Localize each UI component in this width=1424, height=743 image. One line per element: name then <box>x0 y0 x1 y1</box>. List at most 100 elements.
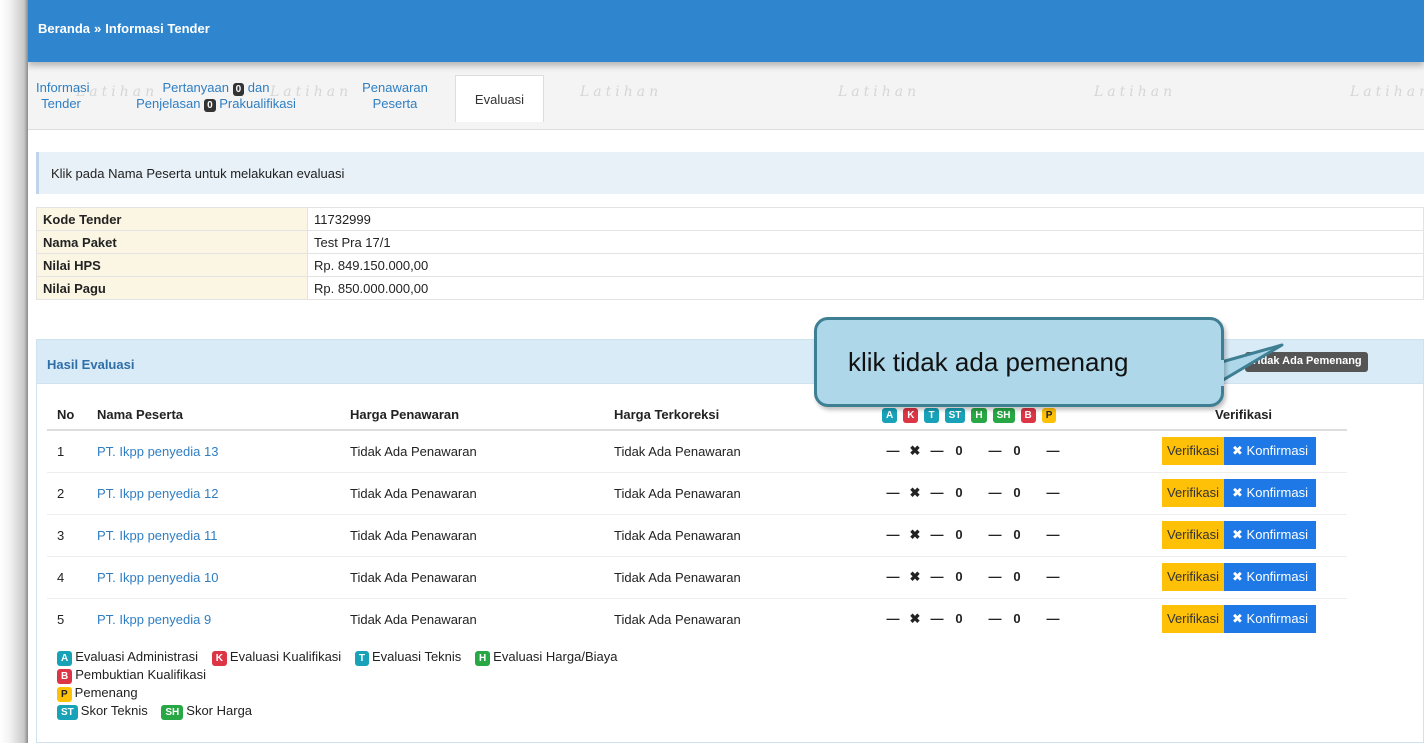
participant-link[interactable]: PT. Ikpp penyedia 11 <box>97 528 217 543</box>
mark-sh: 0 <box>1013 527 1021 542</box>
mark-h: — <box>988 611 1002 627</box>
verifikasi-button[interactable]: Verifikasi <box>1162 521 1225 549</box>
konfirmasi-label: Konfirmasi <box>1246 485 1308 500</box>
konfirmasi-label: Konfirmasi <box>1246 611 1308 627</box>
verifikasi-button[interactable]: Verifikasi <box>1162 563 1225 591</box>
close-icon: ✖ <box>1232 569 1247 584</box>
tab-label: Peserta <box>372 96 418 111</box>
legend-label: Pemenang <box>74 685 138 700</box>
row-harga: Tidak Ada Penawaran <box>340 597 604 640</box>
participant-link[interactable]: PT. Ikpp penyedia 9 <box>97 612 211 627</box>
breadcrumb-separator: » <box>94 21 102 36</box>
legend-badge-k: K <box>211 651 227 666</box>
konfirmasi-label: Konfirmasi <box>1246 443 1308 459</box>
row-terkoreksi: Tidak Ada Penawaran <box>604 513 872 556</box>
detail-row: Kode Tender 11732999 <box>36 207 1424 231</box>
breadcrumb-home[interactable]: Beranda <box>38 21 90 36</box>
info-alert: Klik pada Nama Peserta untuk melakukan e… <box>36 152 1424 194</box>
verifikasi-button[interactable]: Verifikasi <box>1162 605 1225 634</box>
mark-b: — <box>1046 611 1060 627</box>
mark-k: ✖ <box>909 611 921 627</box>
callout-text: klik tidak ada pemenang <box>848 347 1129 377</box>
tab-penawaran-peserta[interactable]: Penawaran Peserta <box>350 80 440 112</box>
konfirmasi-button[interactable]: ✖ Konfirmasi <box>1224 437 1316 466</box>
row-marks: — ✖ — 0 — 0 — <box>872 597 1130 640</box>
tab-pertanyaan-penjelasan[interactable]: Pertanyaan 0 dan Penjelasan 0 Prakualifi… <box>100 80 332 112</box>
table-row: 2 PT. Ikpp penyedia 12 Tidak Ada Penawar… <box>47 471 1347 514</box>
legend-label: Skor Teknis <box>80 703 148 718</box>
row-terkoreksi: Tidak Ada Penawaran <box>604 597 872 640</box>
legend-badge-st: ST <box>57 705 78 720</box>
row-no: 2 <box>47 471 87 514</box>
konfirmasi-button[interactable]: ✖ Konfirmasi <box>1224 563 1316 591</box>
tab-label: Prakualifikasi <box>219 96 296 111</box>
row-marks: — ✖ — 0 — 0 — <box>872 513 1130 556</box>
mark-t: — <box>930 485 944 500</box>
row-no: 3 <box>47 513 87 556</box>
row-terkoreksi: Tidak Ada Penawaran <box>604 429 872 472</box>
close-icon: ✖ <box>1232 443 1247 459</box>
row-marks: — ✖ — 0 — 0 — <box>872 555 1130 598</box>
row-marks: — ✖ — 0 — 0 — <box>872 471 1130 514</box>
detail-key: Nama Paket <box>36 230 308 254</box>
legend-label: Skor Harga <box>186 703 253 718</box>
legend-badge-t: T <box>354 651 369 666</box>
mark-k: ✖ <box>909 527 921 542</box>
mark-t: — <box>930 611 944 627</box>
legend-badge-a: A <box>57 651 73 666</box>
mark-st: 0 <box>955 569 963 584</box>
count-badge: 0 <box>204 99 216 112</box>
detail-row: Nilai Pagu Rp. 850.000.000,00 <box>36 276 1424 300</box>
detail-key: Kode Tender <box>36 207 308 231</box>
col-no: No <box>47 400 87 431</box>
mark-st: 0 <box>955 611 963 627</box>
mark-b: — <box>1046 569 1060 584</box>
konfirmasi-button[interactable]: ✖ Konfirmasi <box>1224 605 1316 634</box>
tab-evaluasi[interactable]: Evaluasi <box>455 75 544 122</box>
col-nama: Nama Peserta <box>87 400 340 431</box>
mark-k: ✖ <box>909 485 921 500</box>
mark-a: — <box>886 611 900 627</box>
watermark-text: Latihan <box>1350 84 1424 100</box>
verifikasi-button[interactable]: Verifikasi <box>1162 437 1225 466</box>
close-icon: ✖ <box>1232 485 1247 500</box>
mark-sh: 0 <box>1013 569 1021 584</box>
row-marks: — ✖ — 0 — 0 — <box>872 429 1130 472</box>
konfirmasi-button[interactable]: ✖ Konfirmasi <box>1224 521 1316 549</box>
callout-pointer-join <box>1216 360 1224 386</box>
detail-row: Nilai HPS Rp. 849.150.000,00 <box>36 253 1424 277</box>
row-terkoreksi: Tidak Ada Penawaran <box>604 555 872 598</box>
mark-a: — <box>886 569 900 584</box>
row-no: 5 <box>47 597 87 640</box>
participant-link[interactable]: PT. Ikpp penyedia 10 <box>97 570 218 585</box>
legend-badge-sh: SH <box>161 705 184 720</box>
legend-badge-b: B <box>57 669 73 684</box>
mark-b: — <box>1046 443 1060 459</box>
participant-link[interactable]: PT. Ikpp penyedia 12 <box>97 486 218 501</box>
tab-label: Tender <box>41 96 81 111</box>
tender-detail-table: Kode Tender 11732999 Nama Paket Test Pra 1… <box>36 207 1424 300</box>
mark-h: — <box>988 527 1002 542</box>
mark-t: — <box>930 569 944 584</box>
row-harga: Tidak Ada Penawaran <box>340 429 604 472</box>
legend-label: Evaluasi Administrasi <box>75 649 199 664</box>
detail-row: Nama Paket Test Pra 17/1 <box>36 230 1424 254</box>
breadcrumb: Beranda » Informasi Tender <box>28 0 1424 62</box>
mark-t: — <box>930 527 944 542</box>
legend-label: Evaluasi Kualifikasi <box>229 649 342 664</box>
table-row: 4 PT. Ikpp penyedia 10 Tidak Ada Penawar… <box>47 555 1347 598</box>
close-icon: ✖ <box>1232 527 1247 542</box>
verifikasi-button[interactable]: Verifikasi <box>1162 479 1225 507</box>
mark-h: — <box>988 443 1002 459</box>
row-no: 4 <box>47 555 87 598</box>
tab-informasi-tender[interactable]: Informasi Tender <box>36 80 89 112</box>
detail-value: Rp. 850.000.000,00 <box>307 276 1424 300</box>
row-harga: Tidak Ada Penawaran <box>340 471 604 514</box>
detail-key: Nilai Pagu <box>36 276 308 300</box>
legend-badge-h: H <box>474 651 491 666</box>
watermark-text: Latihan <box>1094 84 1177 100</box>
konfirmasi-button[interactable]: ✖ Konfirmasi <box>1224 479 1316 507</box>
detail-value: Rp. 849.150.000,00 <box>307 253 1424 277</box>
konfirmasi-label: Konfirmasi <box>1246 569 1308 584</box>
participant-link[interactable]: PT. Ikpp penyedia 13 <box>97 444 218 459</box>
